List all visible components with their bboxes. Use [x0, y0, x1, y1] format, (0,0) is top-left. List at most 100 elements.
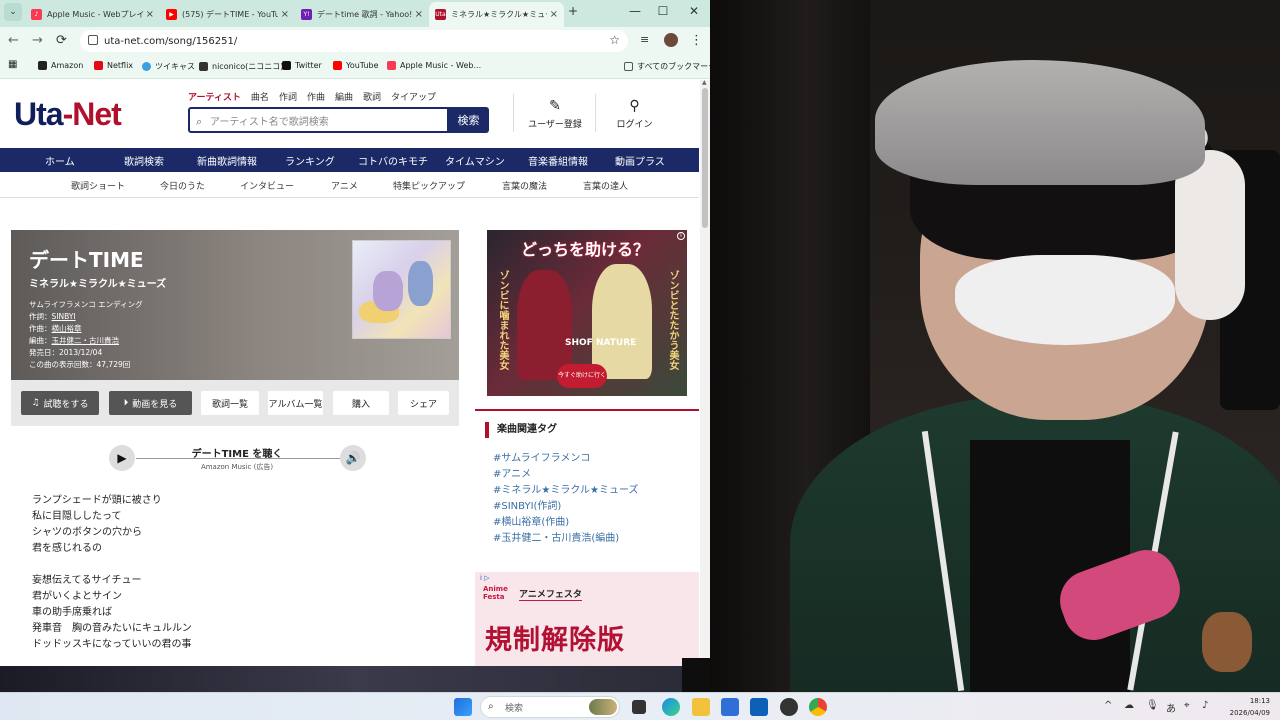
artist-link[interactable]: ミネラル★ミラクル★ミューズ: [29, 275, 166, 290]
start-button[interactable]: [454, 698, 472, 716]
minimize-button[interactable]: —: [625, 4, 645, 18]
nav-new-lyrics[interactable]: 新曲歌詞情報: [197, 153, 257, 168]
scroll-up-arrow[interactable]: ▲: [702, 79, 707, 86]
search-tab-tieup[interactable]: タイアップ: [391, 90, 436, 103]
file-explorer-icon[interactable]: [692, 698, 710, 716]
ime-mode[interactable]: あ: [1166, 700, 1176, 715]
nav-timemachine[interactable]: タイムマシン: [445, 153, 505, 168]
nav-music-shows[interactable]: 音楽番組情報: [528, 153, 588, 168]
bookmark-youtube[interactable]: YouTube: [333, 61, 379, 70]
nav-kotoba[interactable]: コトバのキモチ: [358, 153, 428, 168]
tag-link[interactable]: #SINBYI(作詞): [493, 497, 561, 512]
site-info-icon[interactable]: [88, 35, 98, 45]
login-button[interactable]: ⚲ ログイン: [612, 98, 657, 130]
lyrics-list-button[interactable]: 歌詞一覧: [201, 391, 259, 415]
bookmark-twitter[interactable]: Twitter: [282, 61, 322, 70]
ad-cta-button[interactable]: 今すぐ助けに行く: [557, 364, 607, 388]
subnav-today-song[interactable]: 今日のうた: [160, 179, 205, 192]
close-window-button[interactable]: ✕: [684, 4, 704, 18]
tab-apple-music[interactable]: ♪ Apple Music - Webプレイヤー ×: [25, 2, 160, 27]
play-button[interactable]: ▶: [109, 445, 135, 471]
store-icon[interactable]: [721, 698, 739, 716]
forward-button[interactable]: →: [32, 33, 43, 48]
scrollbar-thumb[interactable]: [702, 88, 708, 228]
subnav-lyrics-short[interactable]: 歌詞ショート: [71, 179, 125, 192]
nav-ranking[interactable]: ランキング: [285, 153, 335, 168]
album-jacket-image[interactable]: [352, 240, 451, 339]
media-control-icon[interactable]: ≡: [640, 33, 649, 46]
bookmark-star-icon[interactable]: ☆: [609, 33, 620, 47]
ad-choices-icon[interactable]: i ▷: [480, 574, 490, 582]
bookmark-niconico[interactable]: niconico(ニコニコ): [199, 61, 283, 72]
composer-link[interactable]: 横山裕章: [52, 324, 82, 333]
anime-festa-advertisement[interactable]: i ▷ Anime Festa アニメフェスタ 規制解除版: [475, 572, 699, 666]
tag-link[interactable]: #サムライフラメンコ: [493, 449, 590, 464]
volume-icon[interactable]: ♪: [1202, 700, 1208, 711]
search-input[interactable]: ⌕ アーティスト名で歌詞検索: [188, 107, 449, 133]
search-button[interactable]: 検索: [448, 107, 489, 133]
bookmark-apple-music[interactable]: Apple Music - Web...: [387, 61, 481, 70]
arranger-link[interactable]: 玉井健二・古川貴浩: [52, 336, 120, 345]
subnav-word-magic[interactable]: 言葉の魔法: [502, 179, 547, 192]
subnav-interview[interactable]: インタビュー: [240, 179, 294, 192]
tab-close-icon[interactable]: ×: [143, 9, 154, 20]
profile-avatar[interactable]: [664, 33, 678, 47]
search-tab-lyrics[interactable]: 歌詞: [363, 90, 381, 103]
microphone-icon[interactable]: 🎙: [1146, 700, 1159, 711]
obs-icon[interactable]: [780, 698, 798, 716]
listen-button[interactable]: ♫ 試聴をする: [21, 391, 99, 415]
tab-close-icon[interactable]: ×: [278, 9, 289, 20]
search-tab-song[interactable]: 曲名: [251, 90, 269, 103]
search-tab-artist[interactable]: アーティスト: [188, 90, 241, 103]
maximize-button[interactable]: ☐: [653, 4, 673, 18]
subnav-feature[interactable]: 特集ピックアップ: [393, 179, 465, 192]
buy-button[interactable]: 購入: [333, 391, 389, 415]
chrome-icon[interactable]: [809, 698, 827, 716]
ad-info-icon[interactable]: i: [677, 232, 685, 240]
bookmark-amazon[interactable]: Amazon: [38, 61, 83, 70]
tab-uta-net[interactable]: Uta ミネラル★ミラクル★ミューズ デートTIME ×: [429, 2, 564, 27]
bookmark-twitcasting[interactable]: ツイキャス: [142, 61, 195, 72]
nav-video-plus[interactable]: 動画プラス: [615, 153, 665, 168]
tab-yahoo[interactable]: Y! デートtime 歌詞 - Yahoo!検索 ×: [295, 2, 429, 27]
register-button[interactable]: ✎ ユーザー登録: [526, 98, 584, 130]
volume-button[interactable]: 🔊: [340, 445, 366, 471]
tag-link[interactable]: #ミネラル★ミラクル★ミューズ: [493, 481, 639, 496]
taskbar-search[interactable]: ⌕ 検索: [480, 696, 620, 718]
all-bookmarks[interactable]: すべてのブックマーク: [624, 61, 710, 72]
tab-search-button[interactable]: ⌄: [4, 3, 22, 21]
tag-link[interactable]: #横山裕章(作曲): [493, 513, 569, 528]
tray-chevron-icon[interactable]: ^: [1104, 700, 1112, 711]
edge-icon[interactable]: [662, 698, 680, 716]
tab-close-icon[interactable]: ×: [412, 9, 423, 20]
watch-video-button[interactable]: ⏵ 動画を見る: [109, 391, 192, 415]
reload-button[interactable]: ⟳: [56, 33, 67, 48]
outlook-icon[interactable]: [750, 698, 768, 716]
subnav-word-master[interactable]: 言葉の達人: [583, 179, 628, 192]
page-scrollbar[interactable]: ▲ ▼: [700, 79, 710, 666]
new-tab-button[interactable]: +: [563, 4, 583, 18]
browser-menu-icon[interactable]: ⋮: [690, 33, 703, 48]
nav-home[interactable]: ホーム: [45, 153, 75, 168]
task-view-icon[interactable]: [632, 700, 646, 714]
bookmark-netflix[interactable]: Netflix: [94, 61, 133, 70]
lyricist-link[interactable]: SINBYI: [52, 312, 76, 321]
subnav-anime[interactable]: アニメ: [331, 179, 358, 192]
tray-app-icon[interactable]: ☁: [1124, 700, 1134, 711]
system-clock[interactable]: 18:13 2026/04/09: [1222, 695, 1270, 719]
game-advertisement[interactable]: どっちを助ける？ ゾンビに噛まれた美女 ゾンビとたたかう美女 SHOF NATU…: [487, 230, 687, 396]
apps-grid-icon[interactable]: ▦: [8, 59, 17, 70]
network-icon[interactable]: ⌖: [1184, 700, 1190, 711]
tag-link[interactable]: #玉井健二・古川貴浩(編曲): [493, 529, 619, 544]
share-button[interactable]: シェア: [398, 391, 449, 415]
tag-link[interactable]: #アニメ: [493, 465, 531, 480]
tab-close-icon[interactable]: ×: [547, 9, 558, 20]
search-tab-lyricist[interactable]: 作詞: [279, 90, 297, 103]
search-tab-arranger[interactable]: 編曲: [335, 90, 353, 103]
search-tab-composer[interactable]: 作曲: [307, 90, 325, 103]
album-list-button[interactable]: アルバム一覧: [268, 391, 323, 415]
nav-lyrics-search[interactable]: 歌詞検索: [124, 153, 164, 168]
back-button[interactable]: ←: [8, 33, 19, 48]
url-bar[interactable]: uta-net.com/song/156251/ ☆: [80, 30, 628, 52]
tab-youtube[interactable]: ▶ (575) デートTIME - YouTube ×: [160, 2, 295, 27]
